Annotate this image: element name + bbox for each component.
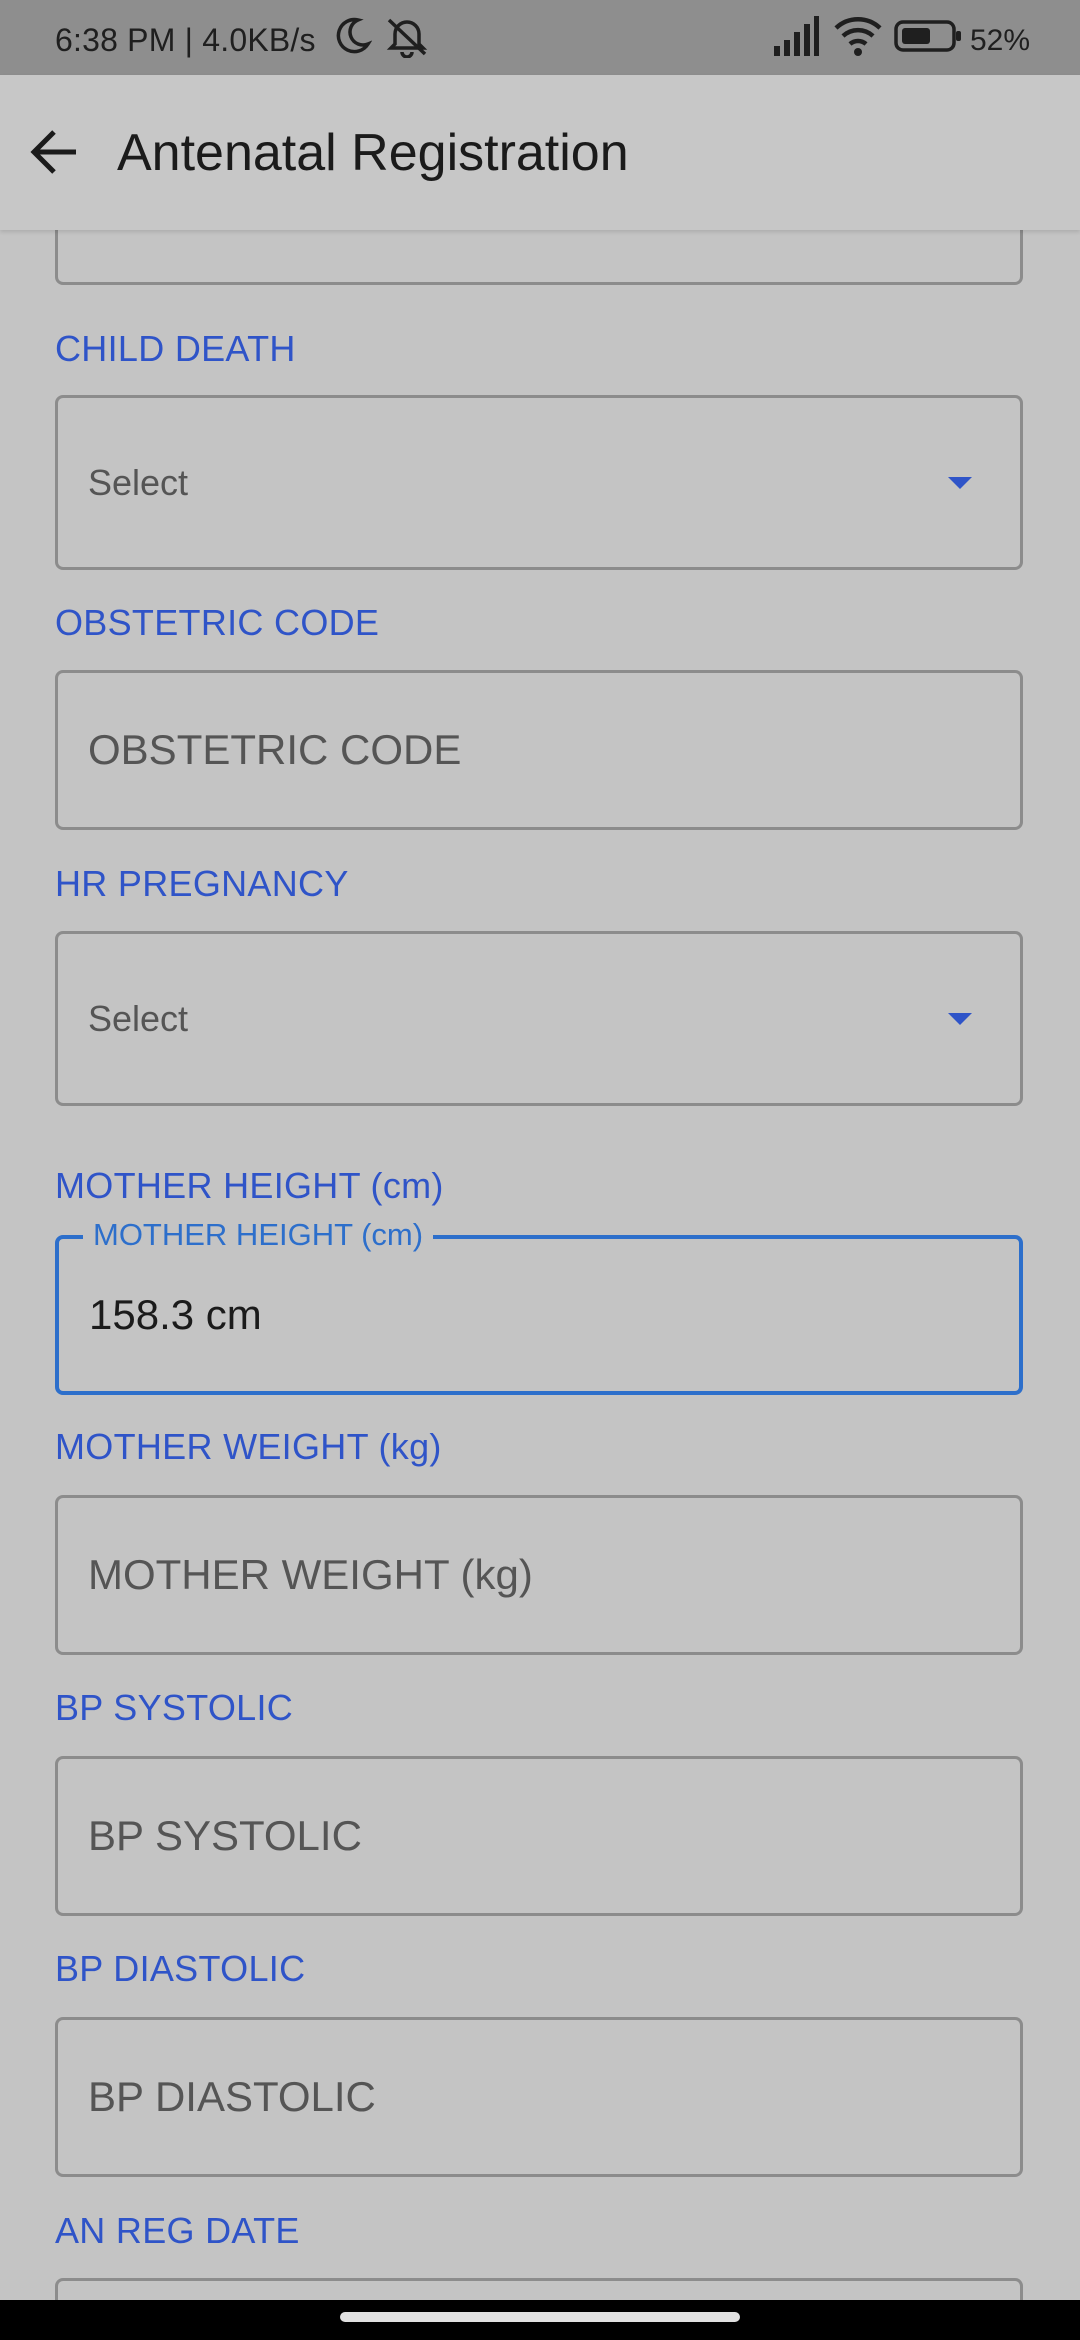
arrow-left-icon bbox=[30, 130, 76, 174]
home-indicator[interactable] bbox=[340, 2312, 740, 2322]
an-reg-date-field[interactable] bbox=[55, 2278, 1023, 2300]
previous-field-box[interactable] bbox=[55, 230, 1023, 285]
child-death-select[interactable]: Select bbox=[55, 395, 1023, 570]
bell-off-icon bbox=[386, 18, 428, 58]
back-button[interactable] bbox=[20, 117, 90, 187]
mother-weight-field[interactable]: MOTHER WEIGHT (kg) bbox=[55, 1495, 1023, 1655]
obstetric-code-field[interactable]: OBSTETRIC CODE bbox=[55, 670, 1023, 830]
chevron-down-icon bbox=[948, 476, 972, 489]
bp-systolic-label: BP SYSTOLIC bbox=[55, 1687, 294, 1728]
bp-diastolic-field[interactable]: BP DIASTOLIC bbox=[55, 2017, 1023, 2177]
form-scroll-area[interactable]: CHILD DEATH Select OBSTETRIC CODE OBSTET… bbox=[0, 230, 1080, 2300]
app-bar: Antenatal Registration bbox=[0, 75, 1080, 230]
child-death-value: Select bbox=[88, 461, 189, 503]
mother-weight-placeholder: MOTHER WEIGHT (kg) bbox=[88, 1551, 533, 1598]
signal-icon bbox=[774, 16, 819, 56]
navigation-bar bbox=[0, 2300, 1080, 2340]
mother-weight-label: MOTHER WEIGHT (kg) bbox=[55, 1426, 442, 1467]
obstetric-code-label: OBSTETRIC CODE bbox=[55, 602, 380, 643]
mother-height-floating-label: MOTHER HEIGHT (cm) bbox=[83, 1217, 434, 1253]
bp-systolic-placeholder: BP SYSTOLIC bbox=[88, 1812, 362, 1859]
page-title: Antenatal Registration bbox=[117, 124, 629, 182]
wifi-icon bbox=[834, 17, 882, 56]
mother-height-value: 158.3 cm bbox=[89, 1291, 262, 1338]
bp-diastolic-placeholder: BP DIASTOLIC bbox=[88, 2073, 376, 2120]
hr-pregnancy-select[interactable]: Select bbox=[55, 931, 1023, 1106]
child-death-label: CHILD DEATH bbox=[55, 328, 296, 369]
status-bar: 6:38 PM | 4.0KB/s 52% bbox=[0, 0, 1080, 75]
hr-pregnancy-label: HR PREGNANCY bbox=[55, 863, 349, 904]
bp-diastolic-label: BP DIASTOLIC bbox=[55, 1948, 306, 1989]
chevron-down-icon bbox=[948, 1012, 972, 1025]
bp-systolic-field[interactable]: BP SYSTOLIC bbox=[55, 1756, 1023, 1916]
an-reg-date-label: AN REG DATE bbox=[55, 2210, 300, 2251]
mother-height-label: MOTHER HEIGHT (cm) bbox=[55, 1165, 444, 1206]
obstetric-code-placeholder: OBSTETRIC CODE bbox=[88, 726, 462, 773]
mother-height-field[interactable]: MOTHER HEIGHT (cm) 158.3 cm bbox=[55, 1217, 1023, 1395]
moon-icon bbox=[336, 17, 372, 54]
battery-icon bbox=[894, 20, 961, 52]
battery-percent: 52% bbox=[970, 24, 1031, 57]
hr-pregnancy-value: Select bbox=[88, 997, 189, 1039]
